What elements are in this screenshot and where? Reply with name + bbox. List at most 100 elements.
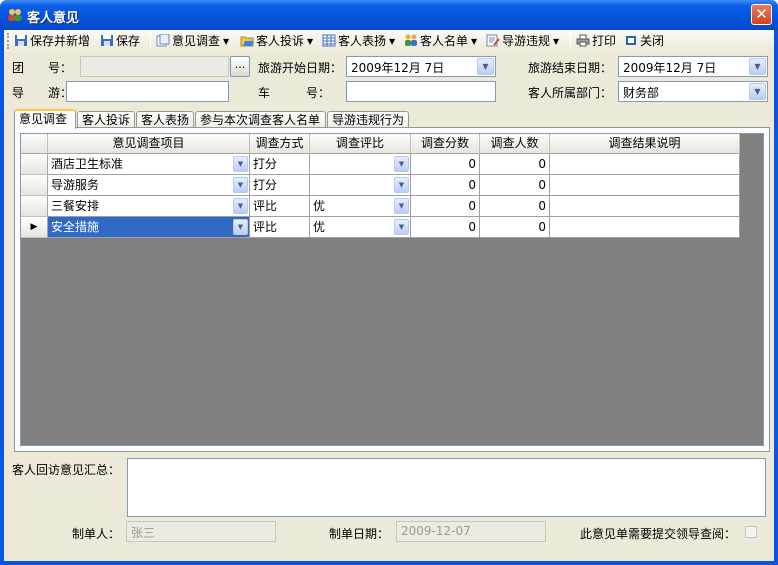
table-row-count[interactable]: 0 [480, 217, 550, 238]
column-header-score[interactable]: 调查分数 [411, 134, 480, 154]
chevron-down-icon[interactable]: ▼ [394, 219, 409, 235]
survey-grid[interactable]: 意见调查项目 调查方式 调查评比 调查分数 调查人数 调查结果说明 酒店卫生标准… [20, 133, 764, 446]
row-header[interactable] [21, 175, 48, 196]
table-row-note[interactable] [550, 196, 740, 217]
maker-label: 制单人： [72, 527, 121, 541]
cell-text: 三餐安排 [51, 199, 100, 213]
client-area: 保存并新增 保存 意见调查 ▼ 客人投诉 ▼ 客人表扬 ▼ 客人名单 ▼ 导游违规 ▼ [4, 30, 774, 561]
start-date-picker[interactable]: 2009年12月 7日 ▼ [346, 56, 496, 77]
close-window-button[interactable]: ✕ [751, 4, 772, 25]
window-title: 客人意见 [27, 11, 80, 26]
table-row-score[interactable]: 0 [411, 154, 480, 175]
guide-field[interactable] [66, 81, 229, 102]
chevron-down-icon[interactable]: ▼ [394, 156, 409, 172]
table-row-note[interactable] [550, 154, 740, 175]
column-header-note[interactable]: 调查结果说明 [550, 134, 740, 154]
table-row-item[interactable]: 三餐安排 ▼ [48, 196, 250, 217]
chevron-down-icon[interactable]: ▼ [394, 177, 409, 193]
table-row-rating[interactable]: ▼ [310, 154, 411, 175]
save-new-button[interactable]: 保存并新增 [14, 32, 90, 50]
start-date-label: 旅游开始日期： [258, 61, 343, 75]
toolbar-grip[interactable] [7, 33, 10, 49]
cell-text: 优 [313, 199, 326, 213]
chevron-down-icon[interactable]: ▼ [749, 58, 766, 75]
department-select[interactable]: 财务部 ▼ [618, 81, 768, 102]
table-row-score[interactable]: 0 [411, 196, 480, 217]
cell-text: 导游服务 [51, 178, 100, 192]
review-checkbox[interactable] [745, 526, 757, 538]
close-button[interactable]: 关闭 [624, 32, 664, 50]
guide-violation-menu-button[interactable]: 导游违规 ▼ [486, 32, 559, 50]
printer-icon [576, 34, 590, 47]
summary-textarea[interactable] [127, 458, 766, 517]
tab-survey[interactable]: 意见调查 [14, 109, 76, 129]
exit-icon [626, 36, 636, 45]
chevron-down-icon[interactable]: ▼ [749, 83, 766, 100]
table-row-rating[interactable]: ▼ [310, 175, 411, 196]
table-row-method[interactable]: 评比 [250, 196, 310, 217]
save-label: 保存 [116, 34, 141, 48]
tab-complaint[interactable]: 客人投诉 [77, 111, 135, 128]
survey-tab-panel: 意见调查项目 调查方式 调查评比 调查分数 调查人数 调查结果说明 酒店卫生标准… [14, 127, 770, 452]
table-row-note[interactable] [550, 175, 740, 196]
guest-list-label: 客人名单 [420, 34, 469, 48]
table-row-score[interactable]: 0 [411, 217, 480, 238]
table-row-item[interactable]: 酒店卫生标准 ▼ [48, 154, 250, 175]
complaint-label: 客人投诉 [256, 34, 305, 48]
toolbar: 保存并新增 保存 意见调查 ▼ 客人投诉 ▼ 客人表扬 ▼ 客人名单 ▼ 导游违规 ▼ [4, 30, 774, 52]
table-row-item[interactable]: 导游服务 ▼ [48, 175, 250, 196]
review-label: 此意见单需要提交领导查阅： [580, 527, 737, 541]
dropdown-arrow-icon: ▼ [307, 37, 314, 46]
save-new-icon [15, 35, 27, 46]
car-no-field[interactable] [346, 81, 496, 102]
survey-menu-button[interactable]: 意见调查 ▼ [156, 32, 229, 50]
table-row-method[interactable]: 打分 [250, 154, 310, 175]
chevron-down-icon[interactable]: ▼ [233, 219, 248, 235]
save-button[interactable]: 保存 [100, 32, 140, 50]
chevron-down-icon[interactable]: ▼ [394, 198, 409, 214]
save-icon [101, 35, 113, 46]
summary-label: 客人回访意见汇总： [12, 463, 121, 477]
make-date-label: 制单日期： [329, 527, 390, 541]
cell-text: 酒店卫生标准 [51, 157, 124, 171]
title-bar[interactable]: 客人意见 ✕ [0, 0, 778, 30]
end-date-value: 2009年12月 7日 [623, 61, 717, 75]
column-header-count[interactable]: 调查人数 [480, 134, 550, 154]
print-button[interactable]: 打印 [576, 32, 616, 50]
chevron-down-icon[interactable]: ▼ [233, 177, 248, 193]
table-row-count[interactable]: 0 [480, 154, 550, 175]
chevron-down-icon[interactable]: ▼ [233, 198, 248, 214]
praise-menu-button[interactable]: 客人表扬 ▼ [322, 32, 395, 50]
table-row-method[interactable]: 评比 [250, 217, 310, 238]
table-row-count[interactable]: 0 [480, 175, 550, 196]
maker-field: 张三 [126, 521, 276, 542]
chevron-down-icon[interactable]: ▼ [477, 58, 494, 75]
end-date-picker[interactable]: 2009年12月 7日 ▼ [618, 56, 768, 77]
row-header[interactable] [21, 196, 48, 217]
chevron-down-icon[interactable]: ▼ [233, 156, 248, 172]
column-header-rating[interactable]: 调查评比 [310, 134, 411, 154]
group-no-label: 团 号： [12, 61, 73, 75]
guest-list-menu-button[interactable]: 客人名单 ▼ [404, 32, 477, 50]
group-no-browse-button[interactable]: ... [230, 56, 250, 77]
guests-icon [405, 34, 417, 46]
table-row-rating[interactable]: 优 ▼ [310, 217, 411, 238]
guide-violation-label: 导游违规 [502, 34, 551, 48]
complaint-menu-button[interactable]: 客人投诉 ▼ [240, 32, 313, 50]
column-header-method[interactable]: 调查方式 [250, 134, 310, 154]
row-header[interactable] [21, 154, 48, 175]
column-header-item[interactable]: 意见调查项目 [48, 134, 250, 154]
table-row-method[interactable]: 打分 [250, 175, 310, 196]
tab-guide-violation[interactable]: 导游违规行为 [327, 111, 409, 128]
folder-icon [240, 36, 254, 47]
tab-guest-list[interactable]: 参与本次调查客人名单 [195, 111, 326, 128]
tab-praise[interactable]: 客人表扬 [136, 111, 194, 128]
table-row-count[interactable]: 0 [480, 196, 550, 217]
table-row-rating[interactable]: 优 ▼ [310, 196, 411, 217]
table-row-item[interactable]: 安全措施 ▼ [48, 217, 250, 238]
table-row-score[interactable]: 0 [411, 175, 480, 196]
dropdown-arrow-icon: ▼ [471, 37, 478, 46]
table-row-note[interactable] [550, 217, 740, 238]
toolbar-separator [570, 33, 571, 49]
current-row-indicator[interactable]: ▶ [21, 217, 48, 238]
